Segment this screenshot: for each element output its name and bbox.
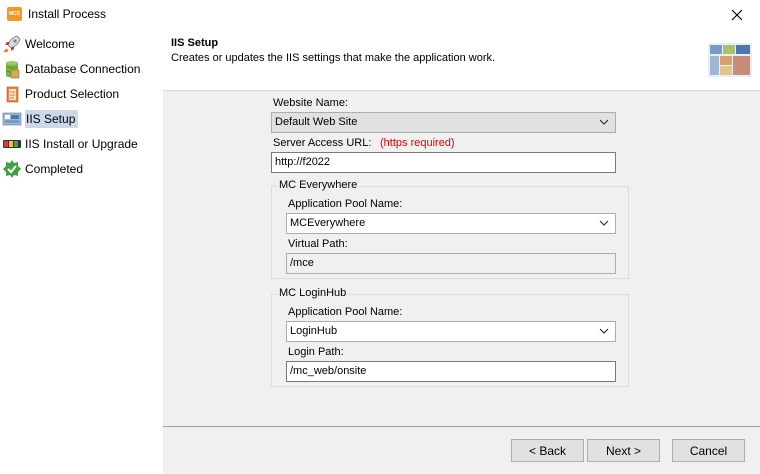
app-icon: MCE: [7, 7, 22, 21]
server-access-url-label: Server Access URL:: [273, 137, 372, 149]
next-button[interactable]: Next >: [587, 439, 660, 462]
title-bar: MCE Install Process: [0, 0, 760, 30]
server-access-url-input[interactable]: http://f2022: [271, 152, 616, 173]
mce-app-pool-value: MCEverywhere: [290, 217, 366, 229]
sidebar-item-label: Product Selection: [25, 86, 120, 101]
progress-bar-icon: [2, 134, 22, 154]
virtual-path-input[interactable]: /mce: [286, 253, 616, 274]
mc-everywhere-title: MC Everywhere: [277, 179, 360, 191]
loginhub-app-pool-value: LoginHub: [290, 325, 338, 337]
page-title: IIS Setup: [171, 37, 219, 49]
steps-sidebar: Welcome Database Connection Product Sele…: [0, 30, 163, 474]
window-title: Install Process: [28, 7, 107, 21]
chevron-down-icon: [599, 220, 609, 226]
website-name-label: Website Name:: [273, 97, 348, 109]
mc-loginhub-title: MC LoginHub: [277, 287, 349, 299]
back-button[interactable]: < Back: [511, 439, 584, 462]
virtual-path-label: Virtual Path:: [288, 238, 348, 250]
page-header: IIS Setup Creates or updates the IIS set…: [163, 30, 760, 91]
mc-loginhub-group: MC LoginHub Application Pool Name: Login…: [271, 287, 629, 387]
sidebar-item-iis-install-or-upgrade[interactable]: IIS Install or Upgrade: [0, 131, 163, 156]
chevron-down-icon: [599, 328, 609, 334]
login-path-input[interactable]: /mc_web/onsite: [286, 361, 616, 382]
box-icon: [2, 84, 22, 104]
login-path-label: Login Path:: [288, 346, 344, 358]
cancel-button[interactable]: Cancel: [672, 439, 745, 462]
loginhub-app-pool-select[interactable]: LoginHub: [286, 321, 616, 342]
sidebar-item-product-selection[interactable]: Product Selection: [0, 81, 163, 106]
sidebar-item-welcome[interactable]: Welcome: [0, 31, 163, 56]
check-badge-icon: [2, 159, 22, 179]
rocket-icon: [2, 34, 22, 54]
loginhub-app-pool-label: Application Pool Name:: [288, 306, 403, 318]
sidebar-item-label: Database Connection: [25, 61, 141, 76]
database-icon: [2, 59, 22, 79]
close-button[interactable]: [714, 0, 760, 30]
sidebar-item-label: Completed: [25, 161, 84, 176]
close-icon: [731, 9, 743, 21]
chevron-down-icon: [599, 119, 609, 125]
mce-app-pool-select[interactable]: MCEverywhere: [286, 213, 616, 234]
iis-setup-graphic-icon: [708, 43, 752, 77]
mc-everywhere-group: MC Everywhere Application Pool Name: MCE…: [271, 179, 629, 279]
https-required-note: (https required): [380, 137, 455, 149]
sidebar-item-label: Welcome: [25, 36, 75, 51]
page-subtitle: Creates or updates the IIS settings that…: [171, 52, 496, 64]
mce-app-pool-label: Application Pool Name:: [288, 198, 403, 210]
form-area: Website Name: Default Web Site Server Ac…: [163, 91, 760, 427]
footer-divider: [163, 426, 760, 427]
website-name-select[interactable]: Default Web Site: [271, 112, 616, 133]
sidebar-item-iis-setup[interactable]: IIS Setup: [0, 106, 163, 131]
sidebar-item-database-connection[interactable]: Database Connection: [0, 56, 163, 81]
sidebar-item-label: IIS Setup: [25, 109, 79, 128]
sidebar-item-label: IIS Install or Upgrade: [25, 136, 138, 151]
iis-icon: [2, 109, 22, 129]
website-name-value: Default Web Site: [275, 116, 358, 128]
sidebar-item-completed[interactable]: Completed: [0, 156, 163, 181]
